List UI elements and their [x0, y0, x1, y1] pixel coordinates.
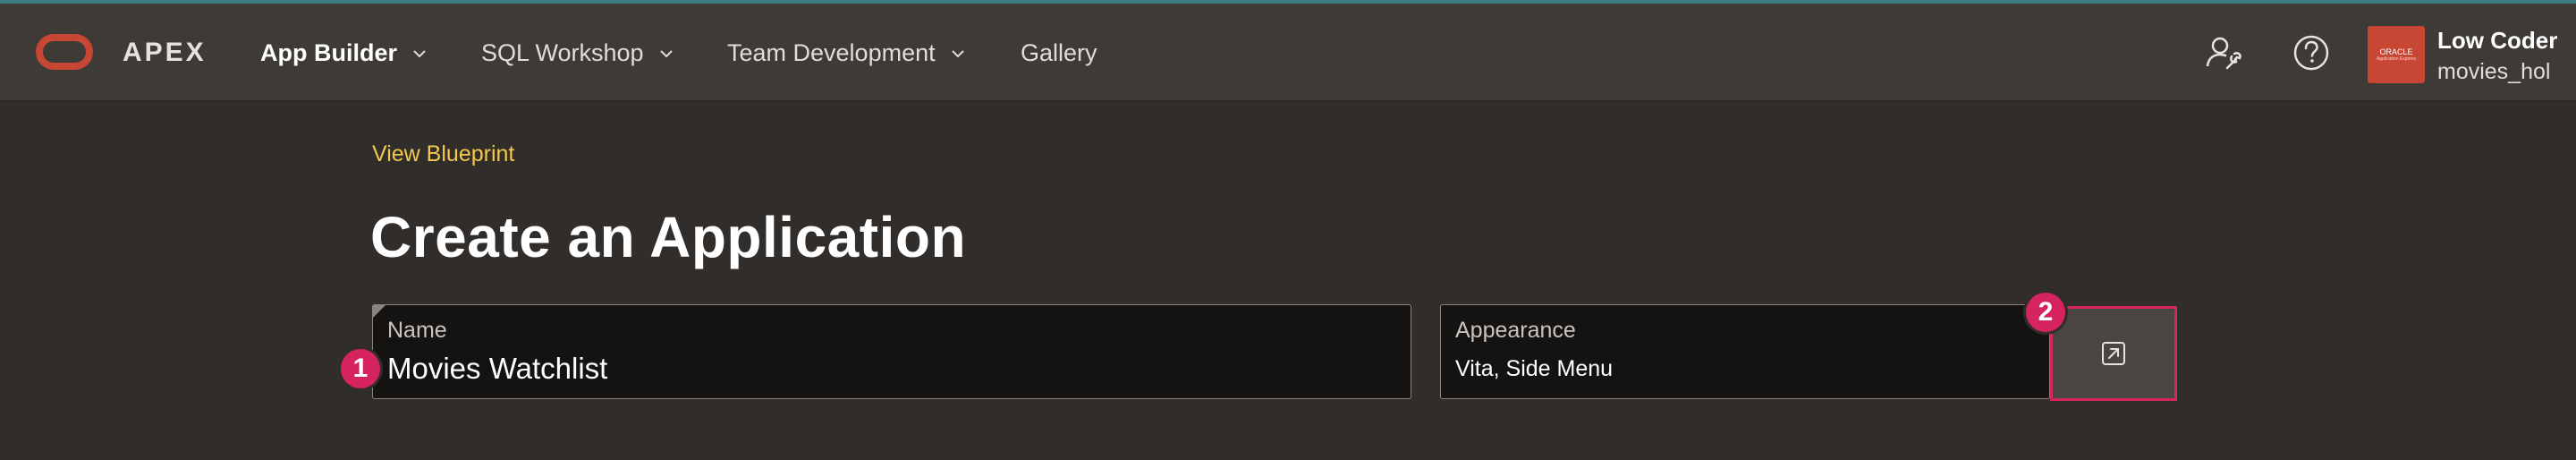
nav-app-builder[interactable]: App Builder [260, 39, 428, 67]
required-indicator [373, 305, 386, 318]
view-blueprint-link[interactable]: View Blueprint [372, 141, 514, 167]
name-field[interactable]: Name Movies Watchlist [372, 304, 1411, 399]
nav-team-development[interactable]: Team Development [727, 39, 966, 67]
nav-team-development-label: Team Development [727, 39, 936, 66]
appearance-field-label: Appearance [1455, 318, 1576, 343]
avatar[interactable]: ORACLE Application Express [2368, 26, 2425, 83]
help-icon[interactable] [2289, 30, 2334, 75]
appearance-value: Vita, Side Menu [1455, 356, 1614, 381]
callout-badge-2: 2 [2026, 293, 2065, 332]
nav-app-builder-label: App Builder [260, 39, 397, 66]
callout-badge-1: 1 [341, 349, 380, 388]
chevron-down-icon [413, 49, 426, 57]
nav-gallery[interactable]: Gallery [1021, 39, 1097, 67]
set-appearance-button[interactable] [2050, 306, 2177, 401]
oracle-logo-icon[interactable] [36, 34, 93, 70]
avatar-logo-text: ORACLE [2379, 47, 2413, 56]
administration-icon[interactable] [2202, 30, 2247, 75]
appearance-field: Appearance Vita, Side Menu [1440, 304, 2050, 399]
top-navigation-bar: APEX App Builder SQL Workshop Team Devel… [0, 4, 2576, 102]
chevron-down-icon [951, 49, 964, 57]
workspace-name[interactable]: movies_hol [2437, 59, 2550, 85]
name-input[interactable]: Movies Watchlist [387, 352, 607, 386]
nav-sql-workshop[interactable]: SQL Workshop [481, 39, 674, 67]
avatar-logo-subtext: Application Express [2377, 55, 2416, 62]
name-field-label: Name [387, 318, 447, 343]
user-name[interactable]: Low Coder [2437, 27, 2557, 55]
chevron-down-icon [659, 49, 673, 57]
nav-sql-workshop-label: SQL Workshop [481, 39, 644, 66]
open-dialog-icon [2102, 342, 2125, 365]
page-title: Create an Application [370, 205, 967, 269]
nav-gallery-label: Gallery [1021, 39, 1097, 66]
apex-brand[interactable]: APEX [123, 38, 207, 68]
